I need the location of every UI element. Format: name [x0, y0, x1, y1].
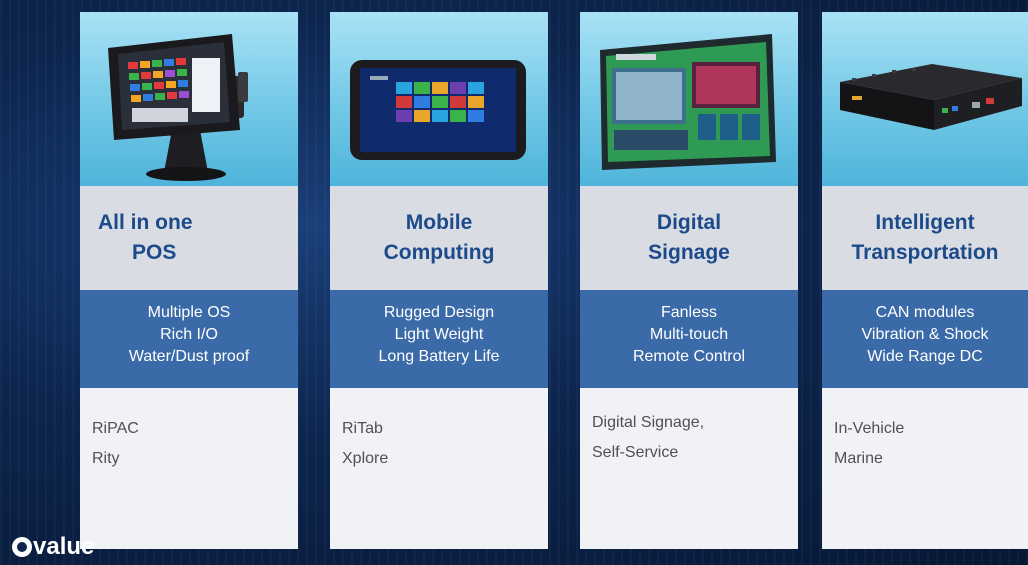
feature-list: Fanless Multi-touch Remote Control: [580, 290, 798, 388]
product-line-list: In-Vehicle Marine: [822, 388, 1028, 549]
feature-item: CAN modules: [875, 304, 975, 321]
product-line-item: Marine: [834, 450, 883, 467]
category-title-line: Mobile: [405, 211, 473, 234]
feature-item: Water/Dust proof: [128, 348, 250, 365]
category-card-mobile: Mobile Computing Rugged Design Light Wei…: [330, 12, 548, 549]
feature-item: Multi-touch: [649, 326, 729, 343]
feature-list: Multiple OS Rich I/O Water/Dust proof: [80, 290, 298, 388]
product-line-item: Digital Signage,: [592, 414, 705, 431]
category-title: Mobile Computing: [330, 208, 548, 268]
category-card-pos: All in one POS Multiple OS Rich I/O Wate…: [80, 12, 298, 549]
pos-terminal-icon: [108, 34, 248, 181]
product-line-item: RiPAC: [92, 420, 139, 437]
feature-item: Fanless: [660, 304, 718, 321]
feature-item: Remote Control: [632, 348, 746, 365]
feature-item: Vibration & Shock: [861, 326, 989, 343]
feature-item: Light Weight: [394, 326, 484, 343]
product-line-item: Rity: [92, 450, 120, 467]
embedded-box-pc-icon: [840, 64, 1022, 130]
product-line-item: Self-Service: [592, 444, 679, 461]
category-title-line: Transportation: [851, 241, 999, 264]
category-title-line: Computing: [383, 241, 495, 264]
category-title: All in one POS: [80, 208, 298, 268]
category-title: Digital Signage: [580, 208, 798, 268]
avalue-logo-icon: [12, 537, 32, 557]
product-line-list: Digital Signage, Self-Service: [580, 388, 798, 549]
category-title-line: POS: [132, 241, 177, 264]
category-card-transport: Intelligent Transportation CAN modules V…: [822, 12, 1028, 549]
feature-list: Rugged Design Light Weight Long Battery …: [330, 290, 548, 388]
category-title: Intelligent Transportation: [822, 208, 1028, 268]
category-title-block: Intelligent Transportation: [822, 186, 1028, 290]
digital-signage-image: [580, 12, 798, 186]
feature-item: Rugged Design: [383, 304, 495, 321]
avalue-logo: value: [12, 534, 94, 560]
feature-item: Rich I/O: [160, 326, 218, 343]
product-line-item: In-Vehicle: [834, 420, 905, 437]
product-line-list: RiPAC Rity: [80, 388, 298, 549]
category-title-block: All in one POS: [80, 186, 298, 290]
embedded-box-pc-image: [822, 12, 1028, 186]
rugged-tablet-image: [330, 12, 548, 186]
feature-list: CAN modules Vibration & Shock Wide Range…: [822, 290, 1028, 388]
pos-terminal-image: [80, 12, 298, 186]
feature-item: Wide Range DC: [867, 348, 983, 365]
category-title-line: Intelligent: [875, 211, 975, 234]
category-title-line: Digital: [656, 211, 722, 234]
category-title-line: Signage: [648, 241, 730, 264]
product-line-item: RiTab: [342, 420, 383, 437]
logo-text: value: [33, 533, 95, 560]
category-title-block: Digital Signage: [580, 186, 798, 290]
feature-item: Long Battery Life: [378, 348, 500, 365]
category-title-line: All in one: [98, 211, 193, 234]
product-line-list: RiTab Xplore: [330, 388, 548, 549]
category-title-block: Mobile Computing: [330, 186, 548, 290]
category-card-signage: Digital Signage Fanless Multi-touch Remo…: [580, 12, 798, 549]
rugged-tablet-icon: [350, 60, 526, 160]
feature-item: Multiple OS: [147, 304, 231, 321]
digital-signage-display-icon: [600, 34, 776, 170]
product-line-item: Xplore: [342, 450, 389, 467]
